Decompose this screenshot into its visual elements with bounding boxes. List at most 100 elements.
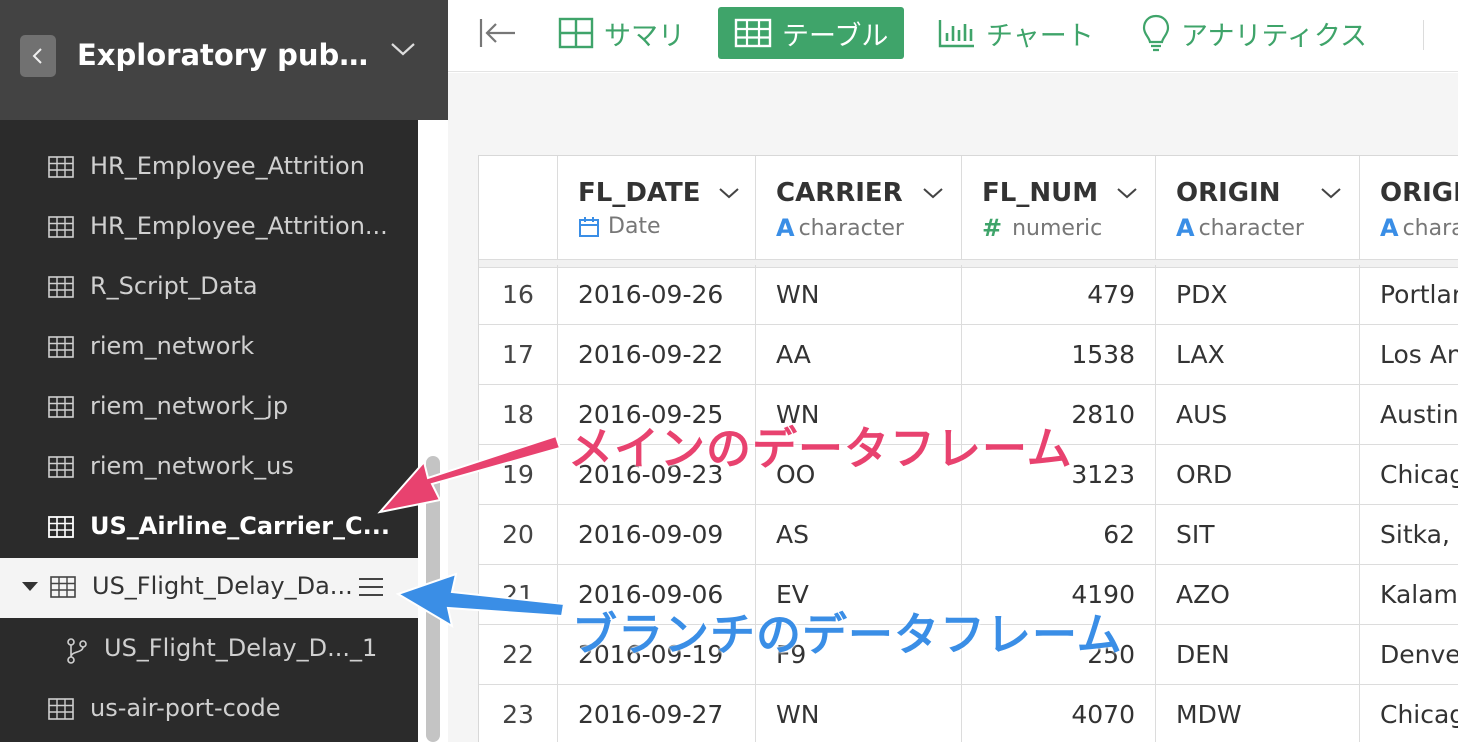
menu-icon[interactable] (358, 576, 384, 598)
sidebar-item[interactable]: HR_Employee_Attrition (0, 138, 418, 198)
table-icon (48, 516, 74, 538)
sidebar-item[interactable]: us-air-port-code (0, 680, 418, 740)
tab-table[interactable]: テーブル (718, 7, 905, 59)
column-header-fl-date[interactable]: FL_DATE Date (558, 156, 756, 260)
chevron-down-icon[interactable] (1320, 186, 1342, 200)
tab-label: アナリティクス (1181, 20, 1368, 52)
column-name: FL_NUM (982, 178, 1099, 208)
cell-origin[interactable]: PDX (1156, 265, 1360, 325)
column-type: Date (578, 214, 661, 239)
collapse-sidebar-icon[interactable] (478, 16, 518, 50)
tab-summary[interactable]: サマリ (558, 7, 685, 59)
chevron-down-icon[interactable] (389, 40, 417, 58)
sidebar-item-label: us-air-port-code (90, 694, 281, 722)
table-icon (734, 18, 772, 48)
lightbulb-icon (1142, 14, 1170, 52)
toolbar-divider (1423, 20, 1424, 50)
sidebar-item[interactable]: R_Script_Data (0, 258, 418, 318)
cell-carrier[interactable]: WN (756, 265, 962, 325)
cell-carrier[interactable]: WN (756, 685, 962, 742)
cell-origin-city[interactable]: Kalam (1360, 565, 1458, 625)
tab-label: サマリ (604, 20, 685, 52)
cell-origin-city[interactable]: Chicag (1360, 685, 1458, 742)
sidebar-item-label: R_Script_Data (90, 272, 258, 300)
sidebar-item-selected-dataframe[interactable]: US_Flight_Delay_Da... (0, 558, 418, 618)
column-header-origin[interactable]: ORIGIN A character (1156, 156, 1360, 260)
column-type-label: character (798, 215, 904, 241)
cell-origin-city[interactable]: Sitka, (1360, 505, 1458, 565)
cell-origin[interactable]: ORD (1156, 445, 1360, 505)
chevron-down-icon[interactable] (1116, 186, 1138, 200)
row-number: 21 (479, 565, 558, 625)
table-icon (48, 336, 74, 358)
table-row[interactable]: 20 2016-09-09 AS 62 SIT Sitka, (479, 505, 1458, 565)
sidebar-item[interactable]: riem_network_us (0, 438, 418, 498)
sidebar-item-label: HR_Employee_Attrition (90, 152, 365, 180)
row-number: 22 (479, 625, 558, 685)
cell-fl-date[interactable]: 2016-09-22 (558, 325, 756, 385)
cell-carrier[interactable]: AS (756, 505, 962, 565)
cell-fl-num[interactable]: 1538 (962, 325, 1156, 385)
sidebar-item[interactable]: riem_network (0, 318, 418, 378)
cell-carrier[interactable]: AA (756, 325, 962, 385)
column-type: A chara (1380, 214, 1458, 242)
project-title[interactable]: Exploratory publi... (77, 38, 377, 72)
back-button[interactable] (20, 35, 56, 77)
calendar-icon (579, 216, 599, 237)
character-type-icon: A (1380, 214, 1399, 242)
numeric-type-icon: # (982, 214, 1003, 242)
cell-fl-date[interactable]: 2016-09-26 (558, 265, 756, 325)
column-name: FL_DATE (578, 178, 701, 208)
sidebar-item-label: US_Flight_Delay_Da... (92, 572, 353, 600)
sidebar-item[interactable]: riem_network_jp (0, 378, 418, 438)
tab-label: チャート (986, 20, 1094, 52)
cell-fl-num[interactable]: 479 (962, 265, 1156, 325)
cell-fl-date[interactable]: 2016-09-09 (558, 505, 756, 565)
table-row[interactable]: 17 2016-09-22 AA 1538 LAX Los An (479, 325, 1458, 385)
sidebar-item-label: riem_network (90, 332, 255, 360)
table-icon (48, 216, 74, 238)
branch-icon (67, 638, 87, 664)
sidebar-item[interactable]: HR_Employee_Attrition... (0, 198, 418, 258)
column-header-origin-city[interactable]: ORIGI A chara (1360, 156, 1458, 260)
tab-chart[interactable]: チャート (938, 7, 1094, 59)
cell-fl-num[interactable]: 4070 (962, 685, 1156, 742)
cell-origin[interactable]: MDW (1156, 685, 1360, 742)
column-type-label: character (1198, 215, 1304, 241)
cell-origin[interactable]: LAX (1156, 325, 1360, 385)
column-header-carrier[interactable]: CARRIER A character (756, 156, 962, 260)
sidebar-item-branch[interactable]: US_Flight_Delay_D..._1 (0, 620, 418, 680)
sidebar-item-main-dataframe[interactable]: US_Airline_Carrier_C... (0, 498, 418, 558)
chevron-down-icon[interactable] (718, 186, 740, 200)
sidebar: Exploratory publi... HR_Employee_Attriti… (0, 0, 448, 742)
column-name: ORIGI (1380, 178, 1458, 208)
view-toolbar: サマリ テーブル チャート アナリティクス (448, 0, 1458, 72)
table-icon (48, 396, 74, 418)
cell-origin-city[interactable]: Los An (1360, 325, 1458, 385)
sidebar-item-label: US_Airline_Carrier_C... (90, 512, 390, 540)
project-header: Exploratory publi... (0, 0, 448, 120)
cell-origin[interactable]: AZO (1156, 565, 1360, 625)
table-icon (48, 276, 74, 298)
chevron-down-icon[interactable] (922, 186, 944, 200)
expand-caret-icon[interactable] (22, 582, 38, 591)
cell-fl-num[interactable]: 62 (962, 505, 1156, 565)
table-icon (50, 576, 76, 598)
cell-origin-city[interactable]: Portlan (1360, 265, 1458, 325)
cell-origin[interactable]: DEN (1156, 625, 1360, 685)
table-icon (48, 698, 74, 720)
cell-origin-city[interactable]: Chicag (1360, 445, 1458, 505)
tab-analytics[interactable]: アナリティクス (1141, 7, 1367, 59)
cell-origin-city[interactable]: Denve (1360, 625, 1458, 685)
cell-fl-date[interactable]: 2016-09-27 (558, 685, 756, 742)
sidebar-item-label: HR_Employee_Attrition... (90, 212, 388, 240)
cell-origin[interactable]: SIT (1156, 505, 1360, 565)
table-row[interactable]: 16 2016-09-26 WN 479 PDX Portlan (479, 265, 1458, 325)
cell-origin-city[interactable]: Austin (1360, 385, 1458, 445)
cell-origin[interactable]: AUS (1156, 385, 1360, 445)
table-row[interactable]: 23 2016-09-27 WN 4070 MDW Chicag (479, 685, 1458, 742)
row-number-header (479, 156, 558, 260)
column-header-fl-num[interactable]: FL_NUM # numeric (962, 156, 1156, 260)
sidebar-scrollbar[interactable] (426, 456, 440, 742)
column-type-label: chara (1402, 215, 1458, 241)
